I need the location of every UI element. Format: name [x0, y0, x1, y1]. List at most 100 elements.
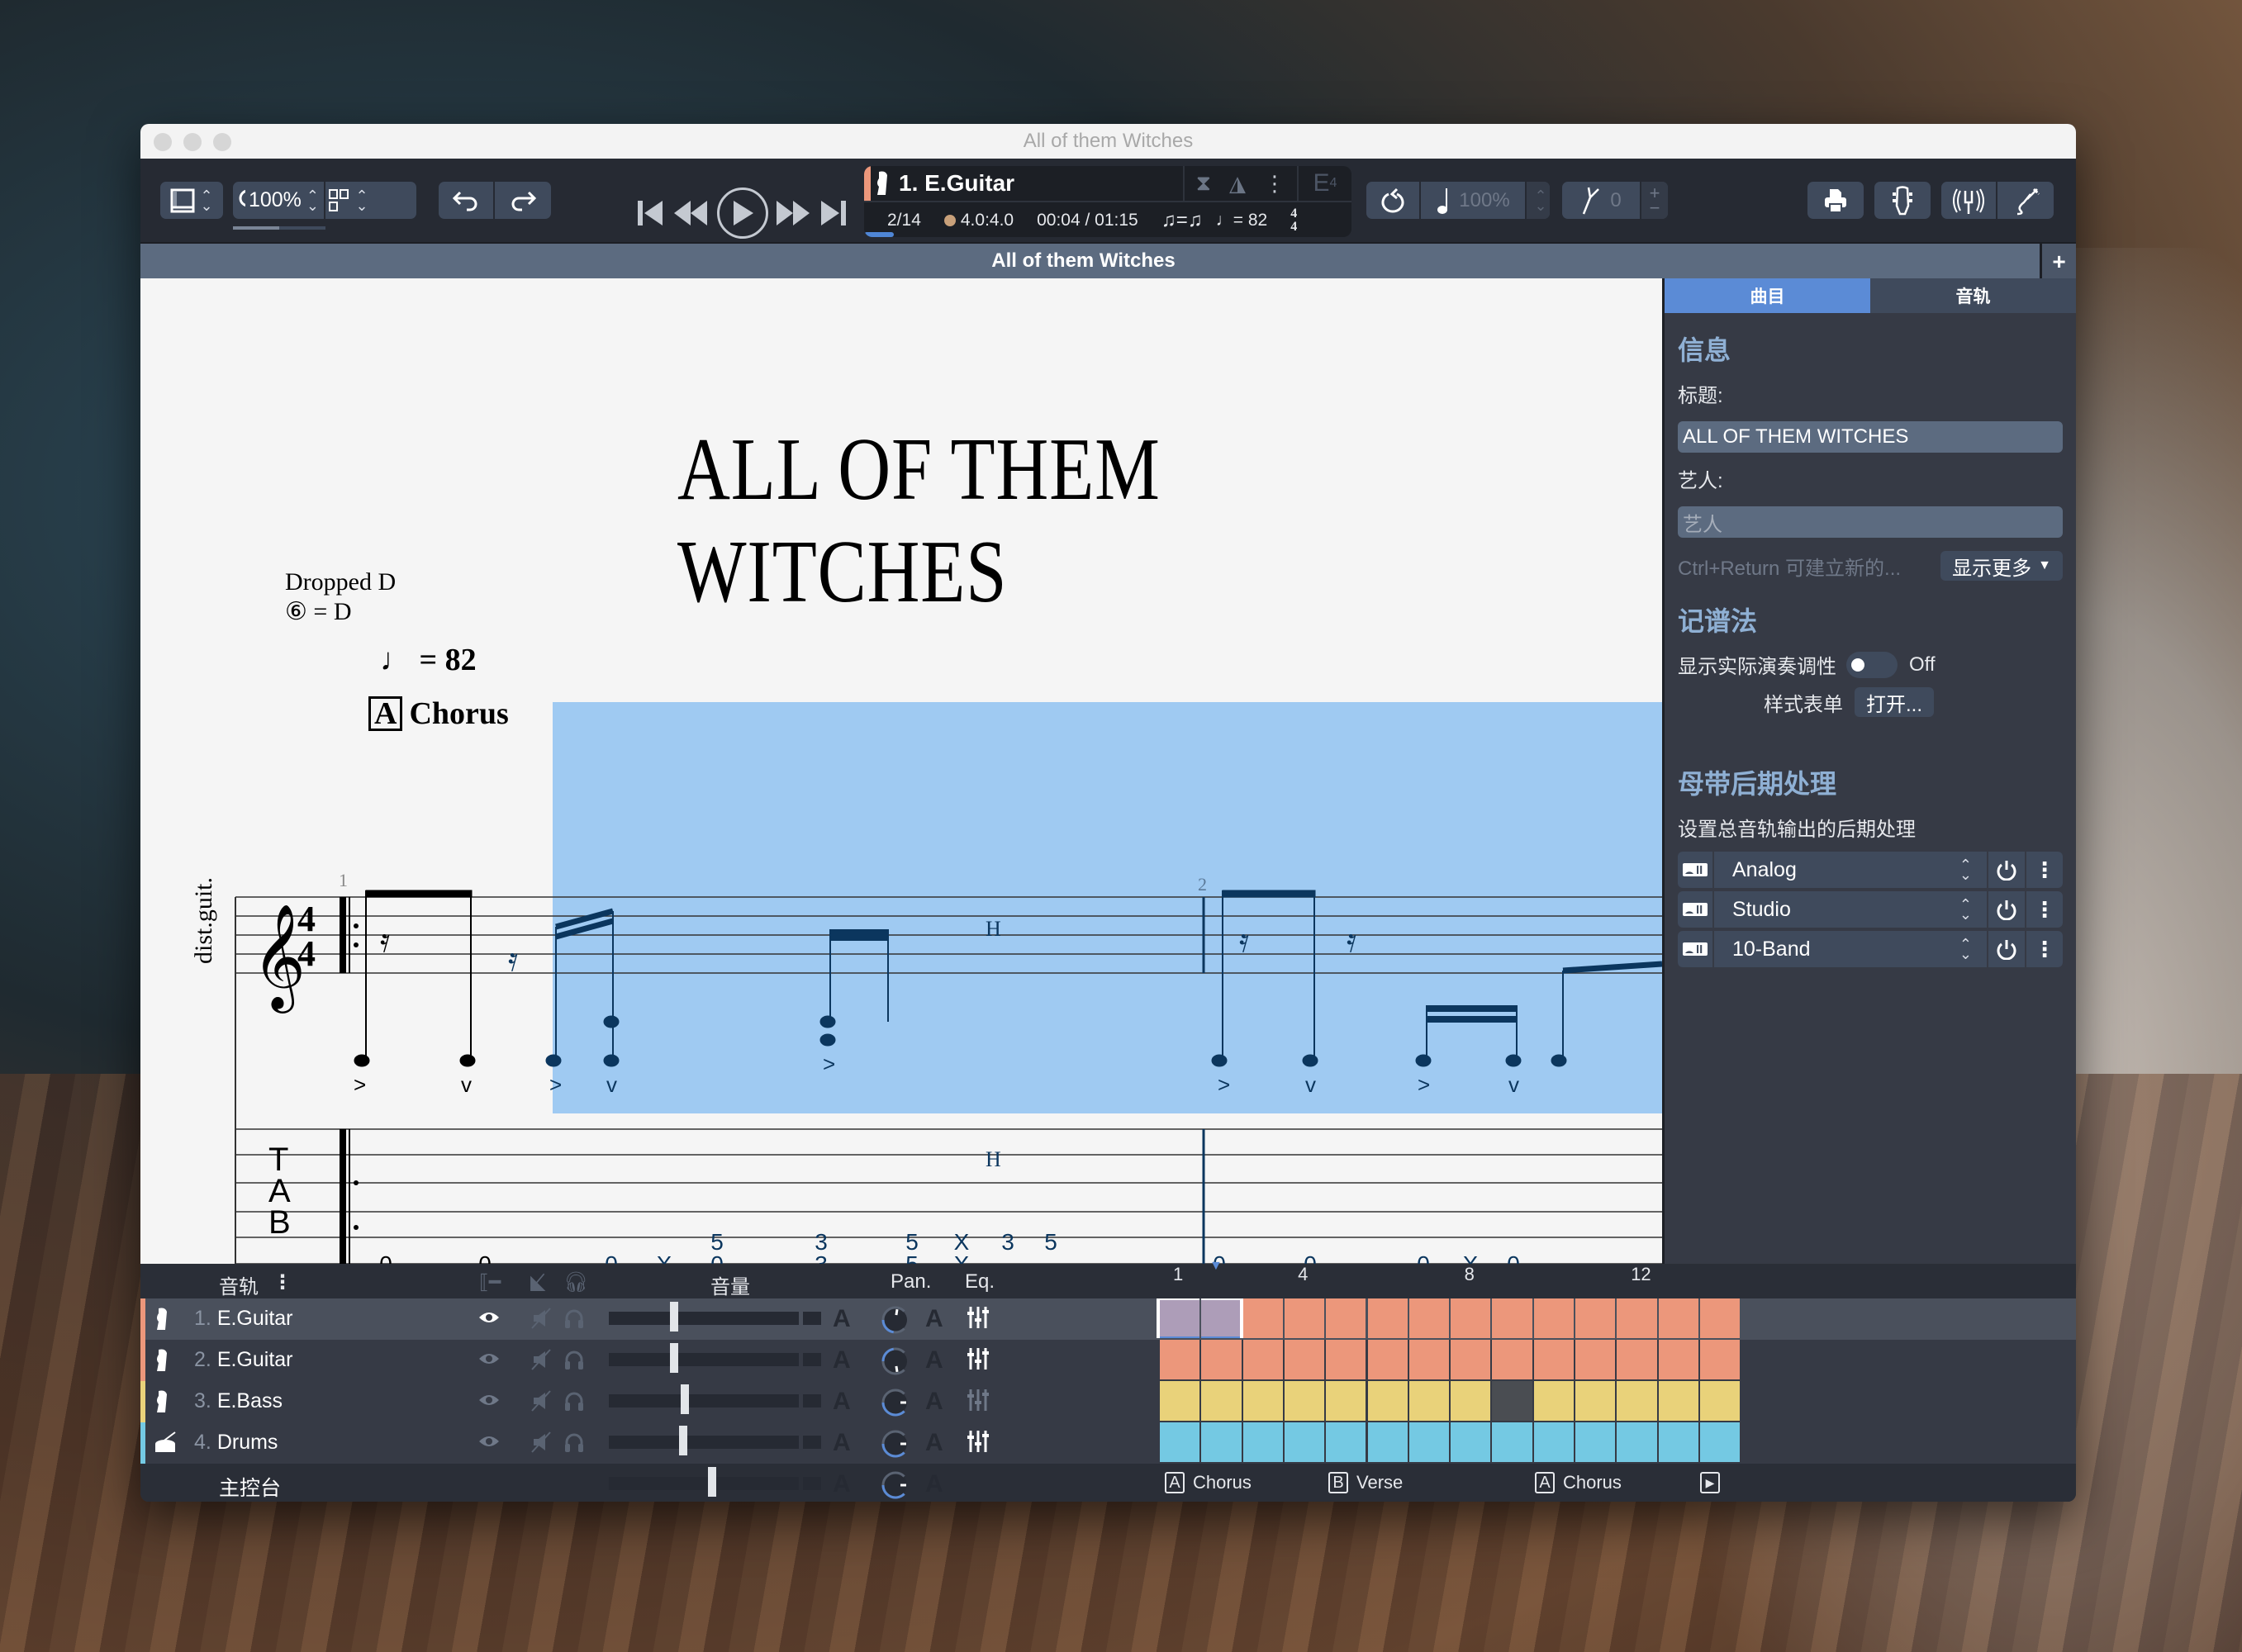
title-field[interactable]: ALL OF THEM WITCHES	[1678, 421, 2063, 453]
volume-automation-icon[interactable]: A	[833, 1429, 851, 1457]
track-row[interactable]: 1. E.Guitar A A	[140, 1298, 2076, 1340]
mute-speaker-icon[interactable]	[530, 1431, 552, 1454]
bar-cell[interactable]	[1699, 1340, 1741, 1379]
timeline-ruler[interactable]: 1 4 8 12 ▼	[1155, 1259, 1816, 1298]
redo-button[interactable]	[495, 182, 551, 219]
visibility-eye-icon[interactable]	[477, 1434, 501, 1449]
play-button[interactable]	[717, 188, 768, 239]
minimize-window-button[interactable]	[183, 133, 202, 151]
tempo-display[interactable]: ♩= 82	[1216, 211, 1267, 230]
solo-headphones-icon[interactable]	[563, 1431, 585, 1454]
visibility-eye-icon[interactable]	[477, 1393, 501, 1408]
master-volume-track[interactable]	[609, 1477, 799, 1490]
bar-cell[interactable]	[1575, 1422, 1616, 1462]
bar-cell[interactable]	[1367, 1381, 1408, 1421]
undo-button[interactable]	[439, 182, 495, 219]
effect-power-button[interactable]	[1988, 891, 2026, 928]
track-row[interactable]: 2. E.Guitar A A	[140, 1340, 2076, 1381]
mute-header-icon[interactable]: ◣̸	[530, 1270, 545, 1294]
effect-power-button[interactable]	[1988, 931, 2026, 967]
pan-automation-icon[interactable]: A	[925, 1429, 943, 1457]
volume-slider-thumb[interactable]	[679, 1426, 688, 1455]
solo-header-icon[interactable]: 🎧︎	[563, 1270, 588, 1294]
bar-cell[interactable]	[1658, 1340, 1698, 1379]
mute-speaker-icon[interactable]	[530, 1307, 552, 1330]
playhead-marker[interactable]: ▼	[1209, 1259, 1223, 1274]
document-tab[interactable]: All of them Witches	[991, 249, 1175, 273]
view-mode-selector[interactable]: ⌃ ⌄	[325, 182, 372, 219]
bar-cell[interactable]	[1492, 1381, 1532, 1421]
visibility-eye-icon[interactable]	[477, 1310, 501, 1325]
track-name[interactable]: 4. Drums	[194, 1431, 278, 1455]
track-row[interactable]: 4. Drums A A	[140, 1422, 2076, 1464]
bar-cell[interactable]	[1699, 1422, 1741, 1462]
bar-cell[interactable]	[1408, 1340, 1450, 1379]
audio-engine-button[interactable]	[1941, 182, 1997, 219]
bar-cell[interactable]	[1284, 1381, 1325, 1421]
volume-slider-thumb[interactable]	[669, 1302, 678, 1332]
bar-cell[interactable]	[1242, 1298, 1283, 1338]
bar-cell[interactable]	[1575, 1381, 1616, 1421]
effect-more-button[interactable]: ⋮	[2026, 852, 2063, 888]
bar-cell[interactable]	[1658, 1422, 1698, 1462]
add-document-button[interactable]: +	[2040, 244, 2076, 280]
section-marker[interactable]: B Verse	[1328, 1472, 1403, 1493]
print-button[interactable]	[1807, 182, 1864, 219]
zoom-slider[interactable]	[233, 226, 325, 230]
layout-selector[interactable]: ⌃ ⌄	[160, 182, 223, 219]
volume-automation-icon[interactable]: A	[833, 1305, 851, 1333]
minus-icon[interactable]: −	[1650, 198, 1660, 216]
bar-cell[interactable]	[1492, 1298, 1532, 1338]
volume-slider-track[interactable]	[609, 1353, 799, 1366]
tuner-button[interactable]	[1874, 182, 1931, 219]
pan-automation-icon[interactable]: A	[925, 1305, 943, 1333]
volume-slider-thumb[interactable]	[681, 1384, 690, 1414]
tracks-menu-button[interactable]: ⋮	[273, 1270, 292, 1294]
bar-cell[interactable]	[1284, 1422, 1325, 1462]
bar-cell[interactable]	[1451, 1340, 1491, 1379]
page-layout-button[interactable]: ⌃ ⌄	[160, 182, 223, 219]
bar-cell[interactable]	[1492, 1340, 1532, 1379]
effect-selector[interactable]: Studio ⌃ ⌄	[1714, 891, 1988, 928]
bar-cell[interactable]	[1326, 1381, 1366, 1421]
pan-automation-icon[interactable]: A	[925, 1388, 943, 1416]
bar-cell[interactable]	[1533, 1340, 1574, 1379]
section-marker[interactable]: A Chorus	[1165, 1472, 1252, 1493]
bar-cell[interactable]	[1284, 1298, 1325, 1338]
next-section-button[interactable]: ▶	[1700, 1472, 1720, 1493]
metronome-icon[interactable]: ◮	[1229, 171, 1246, 197]
countdown-hourglass-icon[interactable]: ⧗	[1196, 170, 1211, 197]
bar-cell[interactable]	[1451, 1298, 1491, 1338]
pan-knob[interactable]	[879, 1427, 912, 1460]
audio-input-button[interactable]	[1997, 182, 2054, 219]
bar-cell[interactable]	[1617, 1381, 1657, 1421]
bar-cell[interactable]	[1699, 1298, 1741, 1338]
bar-cell[interactable]	[1242, 1422, 1283, 1462]
score-view[interactable]: ALL OF THEM WITCHES Dropped D ⑥ = D ♩ = …	[140, 278, 1662, 1264]
master-volume-thumb[interactable]	[707, 1467, 716, 1497]
solo-headphones-icon[interactable]	[563, 1348, 585, 1371]
bar-cell[interactable]	[1284, 1340, 1325, 1379]
pan-knob[interactable]	[879, 1386, 912, 1419]
track-name[interactable]: 2. E.Guitar	[194, 1348, 293, 1372]
bar-cell[interactable]	[1408, 1422, 1450, 1462]
bar-cell[interactable]	[1367, 1422, 1408, 1462]
speed-control[interactable]: 100%	[1421, 182, 1527, 219]
master-pan-knob[interactable]	[879, 1469, 912, 1502]
go-to-start-button[interactable]	[636, 199, 666, 227]
bar-cell[interactable]	[1326, 1340, 1366, 1379]
bar-cell[interactable]	[1201, 1340, 1242, 1379]
volume-slider-thumb[interactable]	[669, 1343, 678, 1373]
bar-cell[interactable]	[1575, 1298, 1616, 1338]
show-more-button[interactable]: 显示更多 ▼	[1940, 551, 2063, 581]
bar-cell[interactable]	[1617, 1340, 1657, 1379]
concert-pitch-toggle[interactable]	[1846, 651, 1898, 678]
tuning-fork-control[interactable]: 0	[1562, 182, 1641, 219]
effect-selector[interactable]: 10-Band ⌃ ⌄	[1714, 931, 1988, 967]
volume-automation-icon[interactable]: A	[833, 1346, 851, 1374]
mute-speaker-icon[interactable]	[530, 1348, 552, 1371]
solo-headphones-icon[interactable]	[563, 1389, 585, 1412]
bar-cell[interactable]	[1408, 1298, 1450, 1338]
track-row[interactable]: 3. E.Bass A A	[140, 1381, 2076, 1422]
bar-cell[interactable]	[1451, 1381, 1491, 1421]
